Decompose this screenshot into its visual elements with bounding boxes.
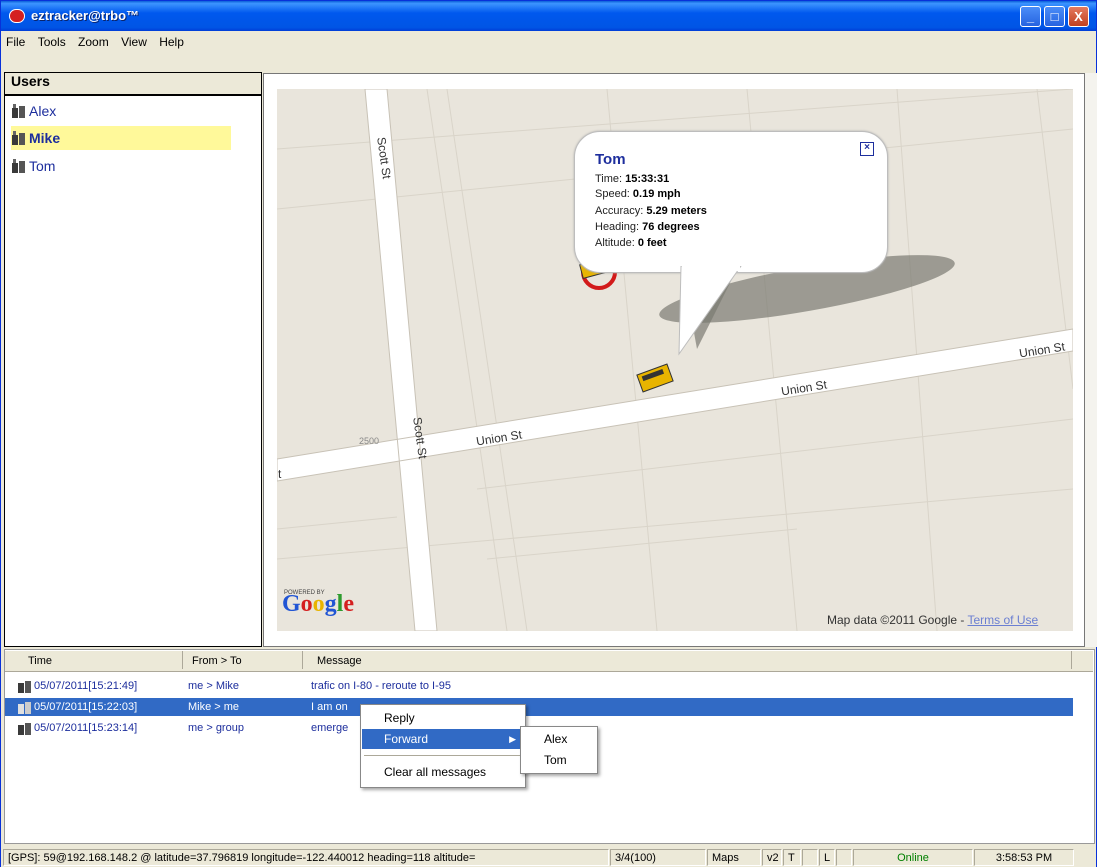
column-divider[interactable] — [1071, 651, 1072, 669]
status-spacer — [802, 849, 818, 866]
terms-of-use-link[interactable]: Terms of Use — [968, 613, 1039, 627]
status-maps: Maps — [707, 849, 761, 866]
column-divider[interactable] — [302, 651, 303, 669]
forward-to-alex[interactable]: Alex — [522, 729, 596, 749]
radio-user-icon — [18, 723, 31, 735]
context-clear-all[interactable]: Clear all messages — [362, 762, 524, 782]
column-from-to[interactable]: From > To — [192, 655, 242, 667]
google-logo[interactable]: Google — [282, 591, 354, 618]
user-radio-icon — [12, 131, 25, 145]
menu-view[interactable]: View — [116, 31, 151, 49]
users-header: Users — [11, 73, 50, 89]
column-divider[interactable] — [182, 651, 183, 669]
menu-bar: File Tools Zoom View Help — [1, 31, 1096, 53]
message-row-selected[interactable]: 05/07/2011[15:22:03] Mike > me I am on — [5, 698, 1073, 716]
message-time: 05/07/2011[15:22:03] — [34, 701, 138, 713]
forward-submenu: Alex Tom — [520, 726, 598, 774]
close-icon: X — [1074, 9, 1083, 24]
radio-user-icon — [18, 702, 31, 714]
message-row[interactable]: 05/07/2011[15:21:49] me > Mike trafic on… — [5, 677, 1073, 695]
status-spacer — [836, 849, 852, 866]
menu-help[interactable]: Help — [154, 31, 188, 49]
close-button[interactable]: X — [1068, 6, 1089, 27]
menu-tools[interactable]: Tools — [33, 31, 70, 49]
user-item-tom[interactable]: Tom — [11, 154, 231, 178]
user-name: Alex — [29, 103, 57, 119]
map-scrollbar[interactable] — [1085, 73, 1097, 647]
status-l: L — [819, 849, 835, 866]
context-reply[interactable]: Reply — [362, 708, 524, 728]
context-separator — [364, 755, 522, 756]
window-title: eztracker@trbo™ — [31, 8, 140, 23]
submenu-arrow-icon: ▶ — [509, 734, 516, 744]
balloon-accuracy: Accuracy: 5.29 meters — [595, 205, 707, 217]
street-label-edge: t — [278, 467, 282, 481]
user-item-mike[interactable]: Mike — [11, 126, 231, 150]
resize-grip-icon[interactable] — [1075, 849, 1094, 866]
minimize-button[interactable]: _ — [1020, 6, 1041, 27]
maximize-button[interactable]: □ — [1044, 6, 1065, 27]
balloon-close-icon[interactable]: × — [860, 142, 874, 156]
status-bar: [GPS]: 59@192.168.148.2 @ latitude=37.79… — [1, 846, 1096, 867]
forward-to-tom[interactable]: Tom — [522, 750, 596, 770]
message-list-header — [5, 651, 1093, 672]
map-attribution: Map data ©2011 Google - Terms of Use — [827, 613, 1039, 627]
column-message[interactable]: Message — [317, 655, 362, 667]
message-from-to: Mike > me — [188, 701, 240, 713]
user-item-alex[interactable]: Alex — [11, 99, 231, 123]
status-online: Online — [853, 849, 973, 866]
balloon-title: Tom — [595, 151, 626, 168]
status-gps: [GPS]: 59@192.168.148.2 @ latitude=37.79… — [3, 849, 609, 866]
app-icon — [9, 9, 25, 23]
user-radio-icon — [12, 159, 25, 173]
maximize-icon: □ — [1050, 9, 1059, 24]
menu-zoom[interactable]: Zoom — [73, 31, 113, 49]
message-text: emerge — [311, 722, 349, 734]
minimize-icon: _ — [1026, 9, 1035, 24]
balloon-time: Time: 15:33:31 — [595, 173, 670, 185]
user-name: Mike — [29, 130, 61, 146]
vehicle-marker-tom — [636, 363, 674, 393]
radio-user-icon — [18, 681, 31, 693]
message-text: trafic on I-80 - reroute to I-95 — [311, 680, 452, 692]
balloon-speed: Speed: 0.19 mph — [595, 188, 681, 200]
menu-file[interactable]: File — [1, 31, 29, 49]
status-clock: 3:58:53 PM — [974, 849, 1074, 866]
address-label: 2500 — [359, 436, 380, 446]
balloon-tail — [678, 266, 742, 356]
context-forward[interactable]: Forward ▶ — [362, 729, 524, 749]
status-v2: v2 — [762, 849, 782, 866]
title-bar[interactable]: eztracker@trbo™ _ □ X — [1, 1, 1096, 31]
message-time: 05/07/2011[15:21:49] — [34, 680, 138, 692]
user-radio-icon — [12, 104, 25, 118]
message-from-to: me > group — [188, 722, 244, 734]
message-time: 05/07/2011[15:23:14] — [34, 722, 138, 734]
user-name: Tom — [29, 158, 56, 174]
status-t: T — [783, 849, 801, 866]
balloon-heading: Heading: 76 degrees — [595, 221, 700, 233]
balloon-altitude: Altitude: 0 feet — [595, 237, 667, 249]
message-text: I am on — [311, 701, 348, 713]
status-count: 3/4(100) — [610, 849, 706, 866]
context-menu: Reply Forward ▶ Clear all messages — [360, 704, 526, 788]
column-time[interactable]: Time — [28, 655, 52, 667]
app-window: eztracker@trbo™ _ □ X File Tools Zoom Vi… — [0, 0, 1097, 867]
message-from-to: me > Mike — [188, 680, 240, 692]
